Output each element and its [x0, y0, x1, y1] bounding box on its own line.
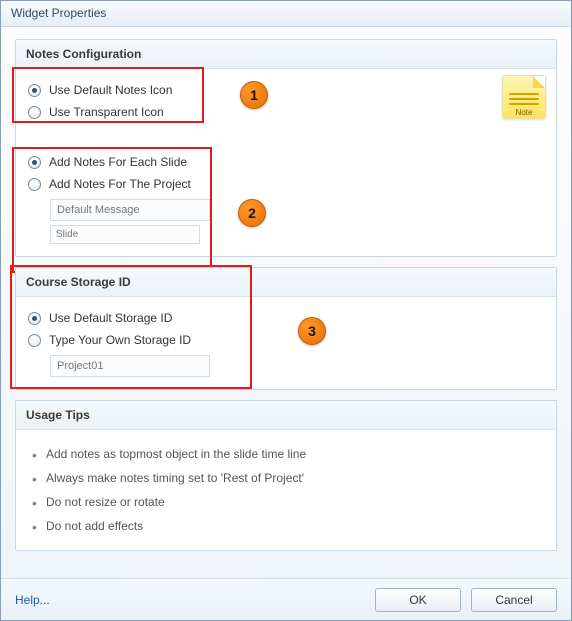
ok-button[interactable]: OK: [375, 588, 461, 612]
radio-indicator: [28, 334, 41, 347]
cancel-button[interactable]: Cancel: [471, 588, 557, 612]
radio-indicator: [28, 178, 41, 191]
usage-tips-list: Add notes as topmost object in the slide…: [28, 442, 544, 538]
usage-panel: Usage Tips Add notes as topmost object i…: [15, 400, 557, 551]
usage-body: Add notes as topmost object in the slide…: [16, 430, 556, 550]
notes-config-panel: Notes Configuration Note Use Default Not…: [15, 39, 557, 257]
radio-project[interactable]: Add Notes For The Project: [28, 173, 544, 195]
radio-own-storage[interactable]: Type Your Own Storage ID: [28, 329, 544, 351]
radio-transparent-icon[interactable]: Use Transparent Icon: [28, 101, 544, 123]
note-icon: Note: [502, 75, 546, 119]
window-titlebar: Widget Properties: [1, 1, 571, 27]
window-body: Notes Configuration Note Use Default Not…: [1, 27, 571, 578]
storage-body: Use Default Storage ID Type Your Own Sto…: [16, 297, 556, 389]
radio-label: Add Notes For The Project: [49, 177, 191, 191]
usage-header: Usage Tips: [16, 401, 556, 430]
radio-label: Add Notes For Each Slide: [49, 155, 187, 169]
storage-panel: Course Storage ID Use Default Storage ID…: [15, 267, 557, 390]
usage-tip: Do not resize or rotate: [32, 490, 544, 514]
storage-id-input[interactable]: [50, 355, 210, 377]
radio-default-notes-icon[interactable]: Use Default Notes Icon: [28, 79, 544, 101]
usage-tip: Always make notes timing set to 'Rest of…: [32, 466, 544, 490]
radio-indicator: [28, 106, 41, 119]
radio-label: Use Transparent Icon: [49, 105, 164, 119]
notes-config-body: Note Use Default Notes Icon Use Transpar…: [16, 69, 556, 256]
radio-label: Type Your Own Storage ID: [49, 333, 191, 347]
radio-indicator: [28, 84, 41, 97]
usage-tip: Add notes as topmost object in the slide…: [32, 442, 544, 466]
widget-properties-window: Widget Properties Notes Configuration No…: [0, 0, 572, 621]
storage-header: Course Storage ID: [16, 268, 556, 297]
radio-indicator: [28, 156, 41, 169]
slide-input[interactable]: [50, 225, 200, 244]
radio-each-slide[interactable]: Add Notes For Each Slide: [28, 151, 544, 173]
help-link[interactable]: Help...: [15, 593, 50, 607]
window-title: Widget Properties: [11, 6, 106, 20]
radio-label: Use Default Storage ID: [49, 311, 172, 325]
radio-default-storage[interactable]: Use Default Storage ID: [28, 307, 544, 329]
radio-label: Use Default Notes Icon: [49, 83, 172, 97]
default-message-input[interactable]: [50, 199, 210, 221]
note-icon-label: Note: [503, 108, 545, 117]
usage-tip: Do not add effects: [32, 514, 544, 538]
dialog-footer: Help... OK Cancel: [1, 578, 571, 620]
radio-indicator: [28, 312, 41, 325]
notes-config-header: Notes Configuration: [16, 40, 556, 69]
